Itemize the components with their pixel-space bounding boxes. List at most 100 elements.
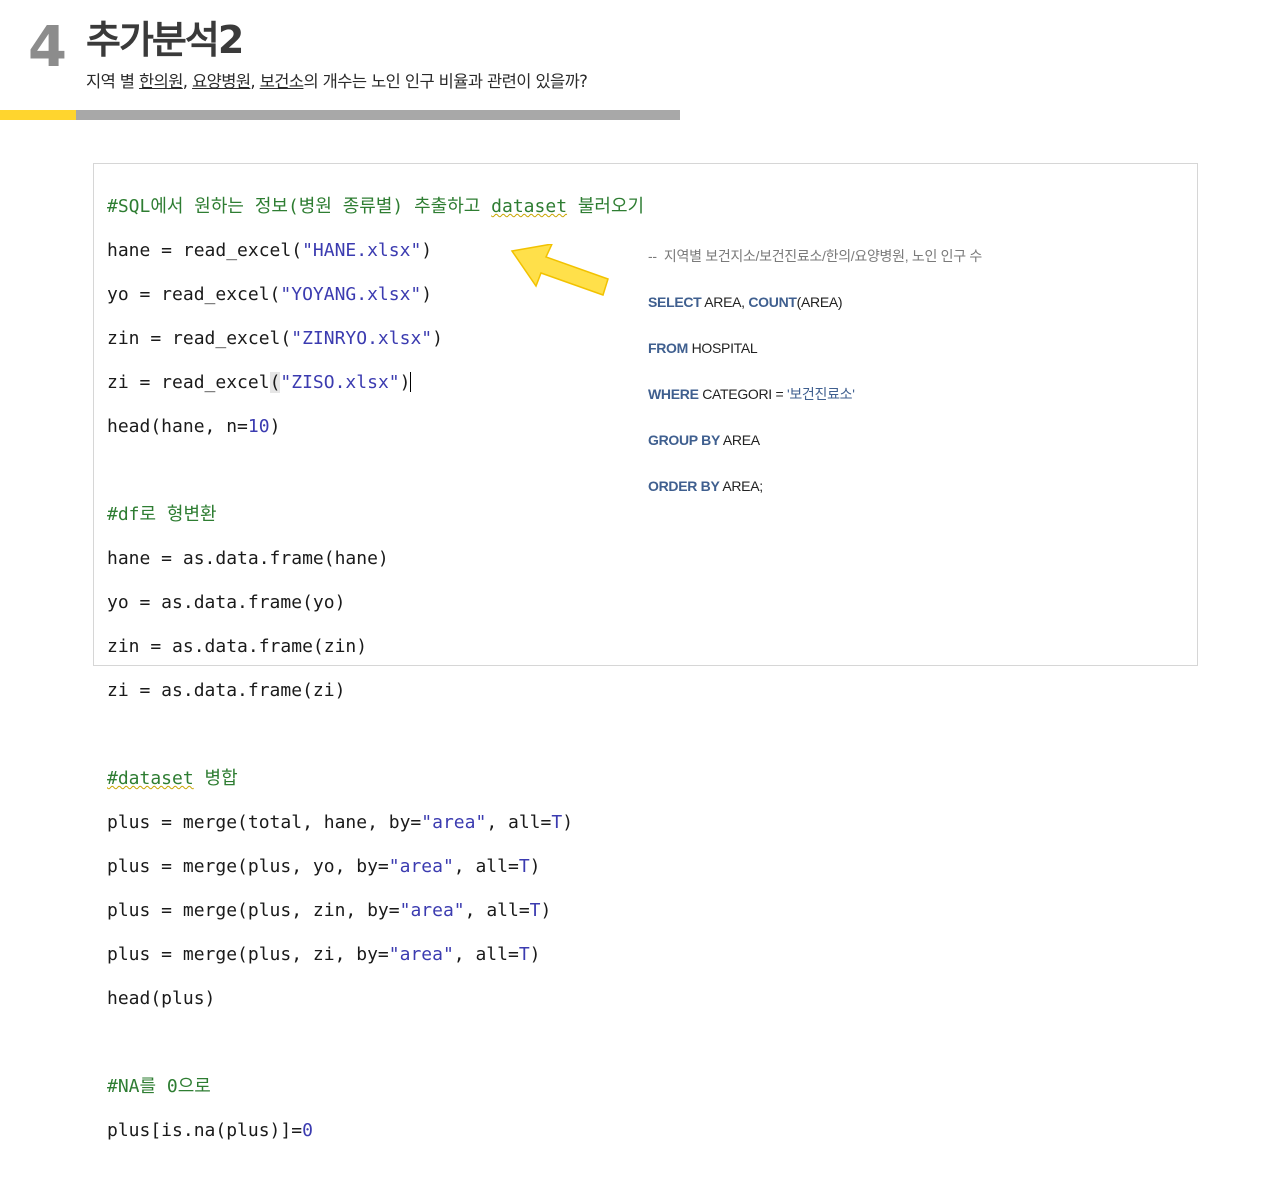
sql-keyword: SELECT — [648, 294, 702, 310]
code-text: , all= — [453, 944, 519, 965]
code-text: ) — [529, 856, 541, 877]
subtitle-sep-1: , — [182, 72, 193, 91]
section-number: 4 — [28, 15, 67, 80]
code-text: ) — [432, 328, 443, 349]
code-screenshot-panel: #SQL에서 원하는 정보(병원 종류별) 추출하고 dataset 불러오기 … — [93, 163, 1198, 1141]
sql-text: AREA — [720, 432, 760, 448]
subtitle-suffix: 의 개수는 노인 인구 비율과 관련이 있을까? — [303, 72, 588, 91]
code-text: plus = merge(plus, yo, by= — [107, 856, 389, 877]
code-text: ) — [399, 372, 411, 393]
code-string: "area" — [388, 856, 454, 877]
code-comment: 불러오기 — [567, 196, 645, 217]
sql-keyword: COUNT — [748, 294, 797, 310]
sql-text: (AREA) — [796, 294, 843, 310]
code-line: plus = merge(total, hane, by="area", all… — [107, 812, 644, 834]
arrow-shape — [510, 244, 609, 296]
sql-line: WHERE CATEGORI = '보건진료소' — [648, 383, 982, 406]
code-line: #dataset 병합 — [107, 768, 644, 790]
sql-text: HOSPITAL — [688, 340, 758, 356]
code-text: ) — [269, 416, 281, 437]
code-line: zi = as.data.frame(zi) — [107, 680, 644, 702]
code-line: plus[is.na(plus)]=0 — [107, 1120, 644, 1142]
code-string: "YOYANG.xlsx" — [280, 284, 422, 305]
code-comment: #NA를 0으로 — [107, 1076, 211, 1097]
code-text: ) — [540, 900, 552, 921]
sql-text: CATEGORI = — [698, 386, 787, 402]
subtitle-sep-2: , — [250, 72, 260, 91]
code-text: , all= — [486, 812, 552, 833]
code-line: plus = merge(plus, zi, by="area", all=T) — [107, 944, 644, 966]
sql-line: -- 지역별 보건지소/보건진료소/한의/요양병원, 노인 인구 수 — [648, 245, 982, 268]
code-text: head(hane, n= — [107, 416, 248, 437]
code-line: zin = as.data.frame(zin) — [107, 636, 644, 658]
code-number: 10 — [247, 416, 270, 437]
code-keyword: T — [518, 856, 530, 877]
code-string: "area" — [388, 944, 454, 965]
sql-string: '보건진료소' — [786, 386, 855, 402]
code-text: zin = read_excel( — [107, 328, 292, 349]
sql-text: AREA; — [719, 478, 763, 494]
code-line: plus = merge(plus, zin, by="area", all=T… — [107, 900, 644, 922]
code-line: #df로 형변환 — [107, 504, 644, 526]
sql-keyword: GROUP BY — [648, 432, 721, 448]
code-text: zin = as.data.frame(zin) — [107, 636, 368, 657]
code-comment: 병합 — [193, 768, 238, 789]
code-line: zi = read_excel("ZISO.xlsx") — [107, 372, 644, 394]
code-line: head(plus) — [107, 988, 644, 1010]
code-comment: #SQL에서 원하는 정보(병원 종류별) 추출하고 — [107, 196, 492, 217]
sql-line: ORDER BY AREA; — [648, 475, 982, 498]
code-text: , all= — [453, 856, 519, 877]
text-caret — [410, 372, 412, 392]
code-text: hane = read_excel( — [107, 240, 303, 261]
code-comment-word: #dataset — [107, 768, 194, 789]
code-text: ) — [421, 284, 433, 305]
code-text: plus[is.na(plus)]= — [107, 1120, 303, 1141]
page-title: 추가분석2 — [86, 18, 244, 62]
subtitle-underline-1: 한의원 — [139, 72, 183, 91]
subtitle-underline-2: 요양병원 — [192, 72, 251, 91]
code-line: yo = as.data.frame(yo) — [107, 592, 644, 614]
code-text: head(plus) — [107, 988, 216, 1009]
sql-comment: -- 지역별 보건지소/보건진료소/한의/요양병원, 노인 인구 수 — [648, 248, 982, 264]
code-string: "ZISO.xlsx" — [280, 372, 400, 393]
code-line: #NA를 0으로 — [107, 1076, 644, 1098]
code-text: ) — [421, 240, 433, 261]
code-line: hane = as.data.frame(hane) — [107, 548, 644, 570]
code-paren-highlight: ( — [269, 372, 281, 393]
code-text: plus = merge(total, hane, by= — [107, 812, 422, 833]
code-string: "area" — [399, 900, 465, 921]
code-keyword: T — [518, 944, 530, 965]
code-keyword: T — [529, 900, 541, 921]
code-text: plus = merge(plus, zin, by= — [107, 900, 400, 921]
code-string: "ZINRYO.xlsx" — [291, 328, 433, 349]
code-string: "area" — [421, 812, 487, 833]
code-line: plus = merge(plus, yo, by="area", all=T) — [107, 856, 644, 878]
code-line: zin = read_excel("ZINRYO.xlsx") — [107, 328, 644, 350]
yellow-arrow-icon — [510, 244, 609, 296]
code-comment-word: dataset — [491, 196, 568, 217]
code-text: zi = as.data.frame(zi) — [107, 680, 346, 701]
sql-query-block: -- 지역별 보건지소/보건진료소/한의/요양병원, 노인 인구 수 SELEC… — [648, 222, 982, 521]
sql-line: GROUP BY AREA — [648, 429, 982, 452]
code-text: plus = merge(plus, zi, by= — [107, 944, 389, 965]
code-keyword: T — [551, 812, 563, 833]
code-text: hane = as.data.frame(hane) — [107, 548, 389, 569]
sql-keyword: ORDER BY — [648, 478, 720, 494]
subtitle-underline-3: 보건소 — [259, 72, 304, 91]
sql-line: FROM HOSPITAL — [648, 337, 982, 360]
accent-bar-yellow — [0, 110, 76, 120]
code-line: head(hane, n=10) — [107, 416, 644, 438]
subtitle-prefix: 지역 별 — [86, 72, 140, 91]
code-number: 0 — [302, 1120, 313, 1141]
code-line: #SQL에서 원하는 정보(병원 종류별) 추출하고 dataset 불러오기 — [107, 196, 644, 218]
sql-text: AREA, — [701, 294, 749, 310]
code-text: ) — [529, 944, 541, 965]
sql-line: SELECT AREA, COUNT(AREA) — [648, 291, 982, 314]
code-comment: #df로 형변환 — [107, 504, 217, 525]
accent-bar-gray — [76, 110, 680, 120]
code-text: yo = read_excel( — [107, 284, 281, 305]
code-string: "HANE.xlsx" — [302, 240, 422, 261]
